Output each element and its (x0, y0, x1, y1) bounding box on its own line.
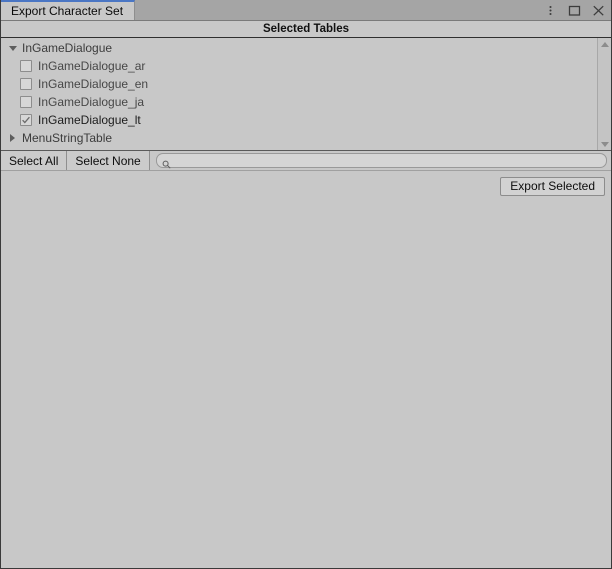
kebab-menu-icon[interactable] (544, 4, 557, 17)
search-input[interactable] (170, 154, 606, 167)
page-title: Selected Tables (1, 21, 611, 38)
maximize-icon[interactable] (568, 4, 581, 17)
scroll-up-arrow-icon[interactable] (598, 38, 611, 50)
export-character-set-window: Export Character Set Selected Tables InG… (0, 0, 612, 569)
empty-content-area (1, 201, 611, 567)
tab-bar-filler (135, 0, 544, 21)
tree-group-row[interactable]: InGameDialogue (1, 39, 597, 57)
table-checkbox[interactable] (20, 78, 32, 90)
search-field[interactable] (155, 153, 607, 169)
foldout-triangle-right-icon[interactable] (6, 132, 19, 145)
tab-export-character-set[interactable]: Export Character Set (1, 0, 136, 20)
tree-vertical-scrollbar[interactable] (597, 38, 611, 150)
search-container (150, 151, 611, 170)
tree-row-label: InGameDialogue_ar (38, 59, 146, 73)
tree-row[interactable]: InGameDialogue_ja (1, 93, 597, 111)
search-icon (162, 156, 171, 169)
tree-row-label: MenuStringTable (22, 131, 113, 145)
page-title-text: Selected Tables (262, 23, 350, 35)
table-checkbox[interactable] (20, 60, 32, 72)
window-tab-bar: Export Character Set (1, 0, 611, 21)
table-checkbox[interactable] (20, 96, 32, 108)
scroll-down-arrow-icon[interactable] (598, 138, 611, 150)
export-selected-button[interactable]: Export Selected (500, 176, 605, 196)
tree-group-row[interactable]: MenuStringTable (1, 129, 597, 147)
tree-row-label: InGameDialogue_lt (38, 113, 141, 127)
tree-row[interactable]: InGameDialogue_en (1, 75, 597, 93)
close-icon[interactable] (592, 4, 605, 17)
export-action-row: Export Selected (1, 171, 611, 201)
selected-tables-tree-view: InGameDialogue InGameDialogue_ar InGameD… (1, 38, 611, 151)
tree-row[interactable]: InGameDialogue_lt (1, 111, 597, 129)
select-all-button[interactable]: Select All (1, 151, 68, 170)
selection-toolbar: Select All Select None (1, 151, 611, 171)
scrollbar-track[interactable] (598, 50, 611, 138)
tree-row-label: InGameDialogue (22, 41, 113, 55)
tree-rows: InGameDialogue InGameDialogue_ar InGameD… (1, 38, 597, 150)
table-checkbox-checked[interactable] (20, 114, 32, 126)
tree-row[interactable]: InGameDialogue_ar (1, 57, 597, 75)
foldout-triangle-down-icon[interactable] (6, 42, 19, 55)
select-none-button[interactable]: Select None (67, 151, 150, 170)
tree-row-label: InGameDialogue_ja (38, 95, 145, 109)
tree-row-label: InGameDialogue_en (38, 77, 149, 91)
window-controls (544, 0, 611, 21)
tab-label: Export Character Set (11, 4, 124, 18)
